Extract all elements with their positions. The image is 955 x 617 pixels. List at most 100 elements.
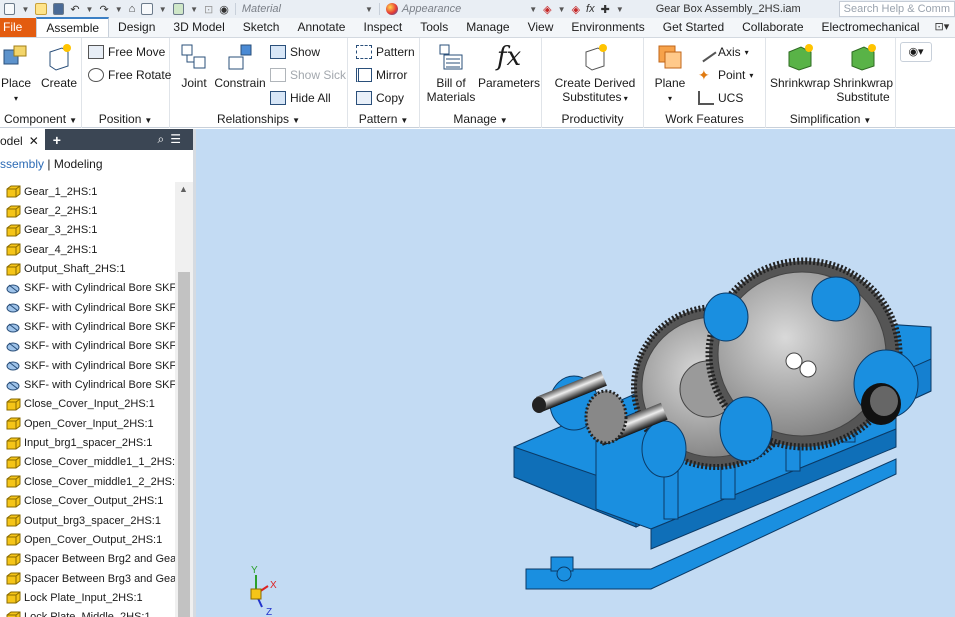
tree-item[interactable]: SKF- with Cylindrical Bore SKF24 [0, 337, 176, 356]
update-icon[interactable] [172, 3, 185, 15]
create-button[interactable]: Create [40, 42, 78, 90]
tab-assemble[interactable]: Assemble [36, 17, 110, 37]
group-title-manage[interactable]: Manage ▼ [420, 112, 541, 126]
show-button[interactable]: Show [270, 42, 320, 62]
chevron-down-icon[interactable]: ▼ [558, 5, 566, 14]
vertical-scrollbar[interactable]: ▲ [175, 182, 193, 617]
shrinkwrap-button[interactable]: Shrinkwrap [770, 42, 830, 90]
tree-item[interactable]: Close_Cover_Input_2HS:1 [0, 395, 176, 414]
tab-get-started[interactable]: Get Started [654, 18, 733, 37]
help-search-input[interactable]: Search Help & Comm [838, 1, 955, 17]
measure-icon[interactable]: ⊡ [204, 3, 213, 16]
tree-item[interactable]: Input_brg1_spacer_2HS:1 [0, 433, 176, 452]
save-icon[interactable] [52, 3, 65, 15]
fx-icon[interactable]: fx [586, 3, 595, 15]
tree-item[interactable]: Spacer Between Brg2 and Gear_ [0, 550, 176, 569]
chevron-down-icon[interactable]: ▼ [21, 5, 29, 14]
redo-icon[interactable]: ↷ [99, 3, 108, 16]
mirror-button[interactable]: Mirror [356, 65, 407, 85]
pattern-button[interactable]: Pattern [356, 42, 415, 62]
graphics-viewport[interactable]: Y X Z [196, 129, 955, 617]
chevron-down-icon[interactable]: ▼ [115, 5, 123, 14]
tree-item[interactable]: SKF- with Cylindrical Bore SKF24 [0, 356, 176, 375]
tree-item[interactable]: Close_Cover_Output_2HS:1 [0, 492, 176, 511]
chevron-down-icon[interactable]: ▼ [190, 5, 198, 14]
gearbox-model[interactable]: Y X Z [196, 129, 955, 617]
tree-item[interactable]: Spacer Between Brg3 and Gear_ [0, 569, 176, 588]
free-rotate-button[interactable]: Free Rotate [88, 65, 171, 85]
scrollbar-thumb[interactable] [178, 272, 190, 617]
home-icon[interactable]: ⌂ [129, 3, 136, 15]
tab-electromechanical[interactable]: Electromechanical [813, 18, 929, 37]
copy-button[interactable]: Copy [356, 88, 404, 108]
color-icon[interactable]: ◉ [219, 3, 229, 16]
joint-button[interactable]: Joint [178, 42, 210, 90]
clear-override-icon[interactable]: ◈ [572, 3, 580, 16]
tree-item[interactable]: Open_Cover_Input_2HS:1 [0, 414, 176, 433]
ucs-button[interactable]: UCS [698, 88, 743, 108]
tree-item[interactable]: Gear_3_2HS:1 [0, 221, 176, 240]
group-title-relationships[interactable]: Relationships ▼ [170, 112, 347, 126]
tree-item[interactable]: Open_Cover_Output_2HS:1 [0, 530, 176, 549]
new-icon[interactable] [4, 3, 16, 15]
appearance-dropdown[interactable]: Appearance ▼ [378, 3, 537, 15]
tab-collaborate[interactable]: Collaborate [733, 18, 812, 37]
group-title-simplification[interactable]: Simplification ▼ [766, 112, 895, 126]
tab-environments[interactable]: Environments [562, 18, 653, 37]
chevron-down-icon[interactable]: ▼ [616, 5, 624, 14]
shrinkwrap-substitute-button[interactable]: Shrinkwrap Substitute [832, 42, 894, 104]
ribbon-extra-button[interactable]: ◉▾ [900, 42, 932, 62]
clear-appearance-icon[interactable]: ◈ [543, 3, 551, 16]
tree-item[interactable]: Gear_1_2HS:1 [0, 182, 176, 201]
tab-annotate[interactable]: Annotate [288, 18, 354, 37]
group-title-component[interactable]: Component ▼ [0, 112, 81, 126]
place-button[interactable]: Place ▾ [0, 42, 34, 106]
tab-tools[interactable]: Tools [411, 18, 457, 37]
undo-icon[interactable]: ↶ [70, 3, 79, 16]
tree-item[interactable]: Output_Shaft_2HS:1 [0, 259, 176, 278]
tab-view[interactable]: View [519, 18, 563, 37]
tab-3d-model[interactable]: 3D Model [164, 18, 233, 37]
free-move-button[interactable]: Free Move [88, 42, 165, 62]
show-sick-button[interactable]: Show Sick [270, 65, 346, 85]
tab-design[interactable]: Design [109, 18, 164, 37]
add-tab-icon[interactable]: + [53, 132, 61, 148]
tree-item[interactable]: SKF- with Cylindrical Bore SKF24 [0, 375, 176, 394]
select-icon[interactable] [141, 3, 153, 15]
tree-item[interactable]: Close_Cover_middle1_1_2HS:1 [0, 453, 176, 472]
open-icon[interactable] [35, 3, 47, 15]
tab-sketch[interactable]: Sketch [234, 18, 289, 37]
group-title-position[interactable]: Position ▼ [82, 112, 169, 126]
tab-file[interactable]: File [0, 18, 37, 37]
scroll-up-icon[interactable]: ▲ [179, 184, 188, 194]
parameters-button[interactable]: fx Parameters [478, 42, 540, 90]
chevron-down-icon[interactable]: ▼ [86, 5, 94, 14]
add-icon[interactable]: ✚ [601, 3, 610, 16]
ribbon-options-icon[interactable]: ⊡▾ [929, 18, 955, 37]
point-button[interactable]: ✦ Point ▾ [698, 65, 753, 85]
hide-all-button[interactable]: Hide All [270, 88, 331, 108]
tab-manage[interactable]: Manage [457, 18, 518, 37]
tree-item[interactable]: Gear_4_2HS:1 [0, 240, 176, 259]
close-icon[interactable]: ✕ [29, 134, 39, 148]
tree-item[interactable]: SKF- with Cylindrical Bore SKF24( [0, 298, 176, 317]
material-dropdown[interactable]: Material ▼ [234, 3, 373, 15]
tree-item[interactable]: Close_Cover_middle1_2_2HS:1 [0, 472, 176, 491]
chevron-down-icon[interactable]: ▼ [159, 5, 167, 14]
tree-item[interactable]: SKF- with Cylindrical Bore SKF24 [0, 317, 176, 336]
group-title-pattern[interactable]: Pattern ▼ [348, 112, 419, 126]
search-icon[interactable]: ⌕☰ [158, 132, 187, 147]
tree-item[interactable]: Output_brg3_spacer_2HS:1 [0, 511, 176, 530]
tree-item[interactable]: Lock Plate_Input_2HS:1 [0, 588, 176, 607]
tab-model[interactable]: odel ✕ [0, 129, 45, 150]
constrain-button[interactable]: Constrain [214, 42, 266, 90]
create-derived-substitutes-button[interactable]: Create Derived Substitutes ▾ [550, 42, 640, 106]
tab-inspect[interactable]: Inspect [354, 18, 411, 37]
axis-button[interactable]: Axis ▾ [695, 41, 749, 63]
tree-item[interactable]: SKF- with Cylindrical Bore SKF24( [0, 279, 176, 298]
assembly-mode-link[interactable]: ssembly [0, 157, 44, 171]
tree-item[interactable]: Gear_2_2HS:1 [0, 201, 176, 220]
plane-button[interactable]: Plane ▾ [650, 42, 690, 106]
tree-item[interactable]: Lock Plate_Middle_2HS:1 [0, 608, 176, 617]
modeling-mode-link[interactable]: Modeling [54, 157, 103, 171]
